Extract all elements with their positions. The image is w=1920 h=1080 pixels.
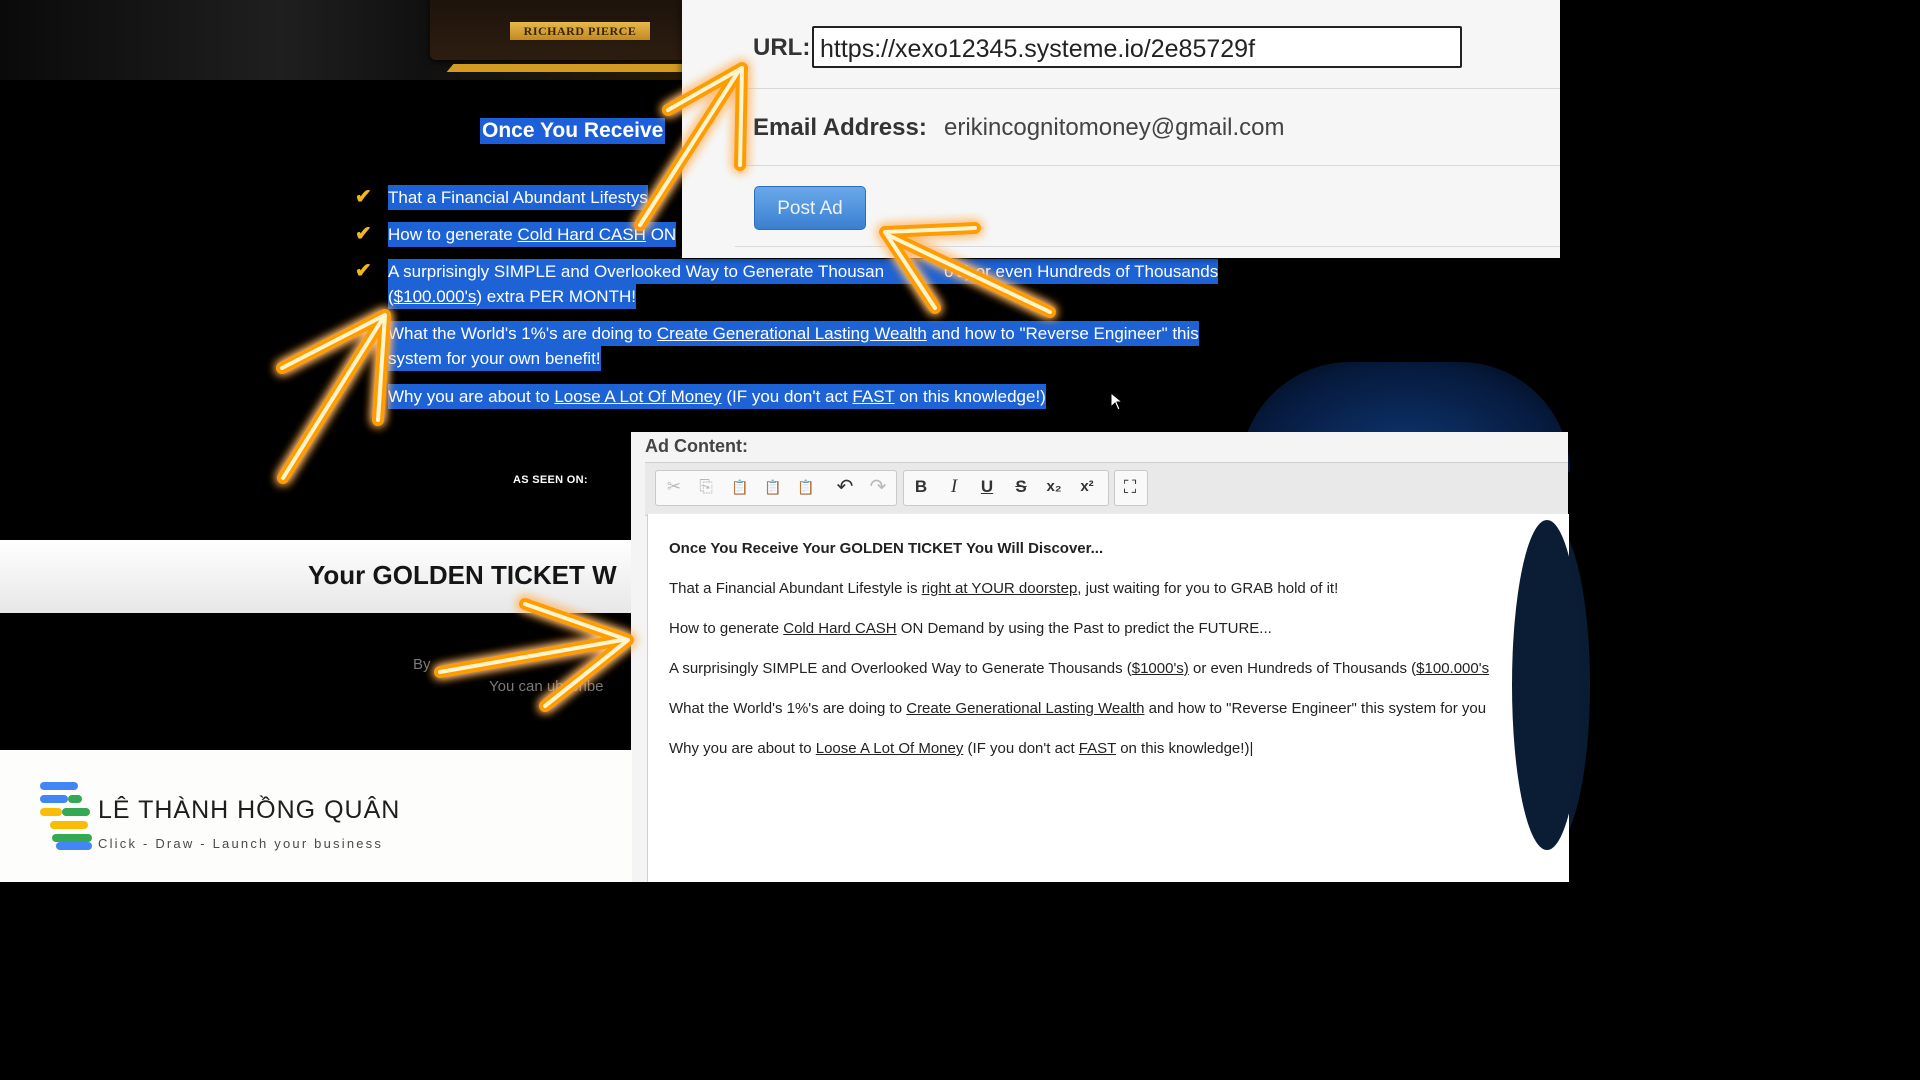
url-label: URL:	[753, 34, 811, 61]
url-input[interactable]: https://xexo12345.systeme.io/2e85729f	[812, 26, 1462, 68]
bullet-text: Why you are about to Loose A Lot Of Mone…	[388, 384, 1046, 409]
redo-icon[interactable]: ↷	[863, 470, 893, 504]
editor-line: What the World's 1%'s are doing to Creat…	[669, 700, 1487, 717]
copy-icon[interactable]: ⎘	[691, 470, 721, 504]
editor-line: Once You Receive Your GOLDEN TICKET You …	[669, 540, 1104, 557]
bullet-text-continued: ($100.000's) extra PER MONTH!	[388, 284, 636, 309]
editor-line: A surprisingly SIMPLE and Overlooked Way…	[669, 660, 1490, 677]
divider	[735, 165, 1560, 166]
mouse-cursor-icon	[1110, 392, 1124, 411]
as-seen-on-label: AS SEEN ON:	[513, 474, 588, 486]
brand-name: LÊ THÀNH HỒNG QUÂN	[98, 796, 401, 824]
editor-line: How to generate Cold Hard CASH ON Demand…	[669, 620, 1272, 637]
cut-icon[interactable]: ✂	[659, 470, 689, 504]
bullet-text-continued: system for your own benefit!	[388, 346, 601, 371]
paste-icon[interactable]: 📋	[725, 470, 755, 504]
italic-button[interactable]: I	[939, 470, 969, 504]
divider	[735, 246, 1560, 247]
underline-button[interactable]: U	[972, 470, 1002, 504]
check-icon: ✔	[355, 260, 372, 282]
email-value: erikincognitomoney@gmail.com	[944, 114, 1285, 141]
brand-tagline: Click - Draw - Launch your business	[98, 836, 384, 851]
editor-line: Why you are about to Loose A Lot Of Mone…	[669, 740, 1254, 757]
ad-content-editor[interactable]	[647, 514, 1569, 882]
golden-ticket-title: Your GOLDEN TICKET W	[308, 560, 617, 590]
webcam-overlay	[1512, 520, 1582, 850]
brand-logo-icon	[38, 780, 98, 852]
gold-stripe	[611, 64, 689, 72]
subscript-button[interactable]: x₂	[1039, 470, 1069, 504]
undo-icon[interactable]: ↶	[830, 470, 860, 504]
paste-text-icon[interactable]: 📋	[758, 470, 788, 504]
strikethrough-button[interactable]: S	[1006, 470, 1036, 504]
email-label: Email Address:	[753, 114, 927, 141]
maximize-icon[interactable]: ⛶	[1115, 470, 1145, 504]
bullet-text: How to generate Cold Hard CASH ON	[388, 222, 677, 247]
superscript-button[interactable]: x²	[1072, 470, 1102, 504]
editor-line: That a Financial Abundant Lifestyle is r…	[669, 580, 1339, 597]
bullet-text: A surprisingly SIMPLE and Overlooked Way…	[388, 259, 1219, 284]
divider	[735, 88, 1560, 89]
footer-text: You can ubscribe	[489, 678, 604, 695]
footer-text: By	[413, 656, 431, 673]
ad-content-label: Ad Content:	[645, 436, 748, 456]
bold-button[interactable]: B	[906, 470, 936, 504]
paste-word-icon[interactable]: 📋	[791, 470, 821, 504]
check-icon: ✔	[355, 223, 372, 245]
post-ad-button[interactable]: Post Ad	[754, 186, 866, 230]
bullet-text: That a Financial Abundant Lifestys	[388, 185, 648, 210]
sales-heading: Once You Receive	[480, 118, 666, 144]
bullet-text: What the World's 1%'s are doing to Creat…	[388, 321, 1199, 346]
check-icon: ✔	[355, 186, 372, 208]
book-author-label: RICHARD PIERCE	[510, 22, 650, 40]
